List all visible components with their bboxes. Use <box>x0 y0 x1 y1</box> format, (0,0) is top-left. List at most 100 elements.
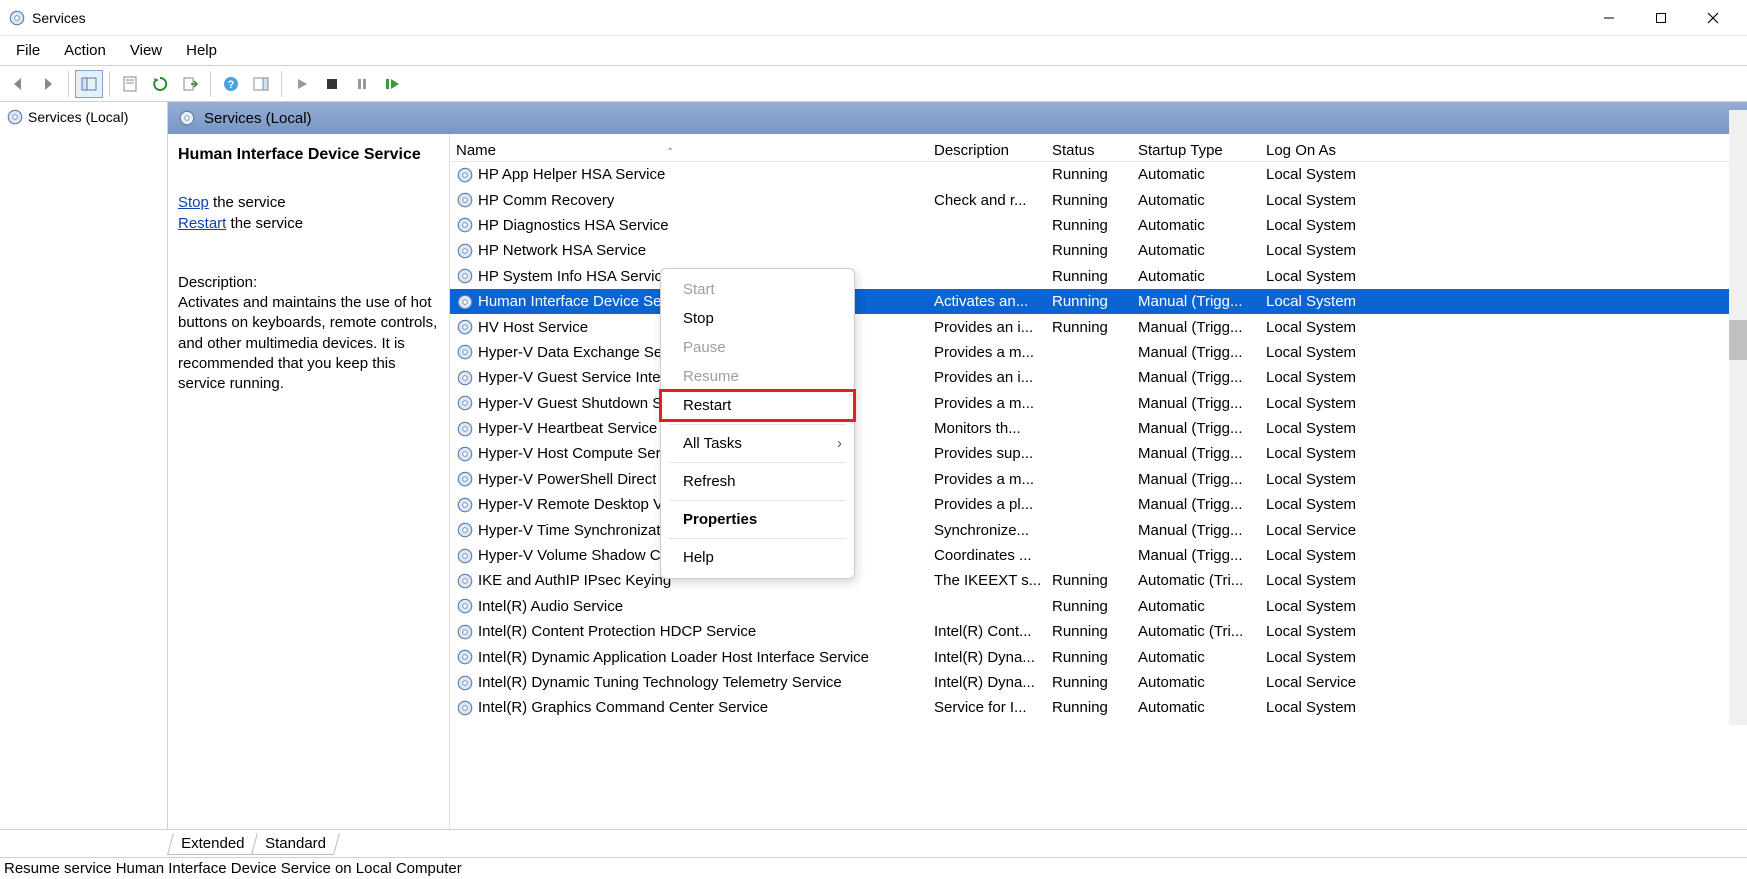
restart-service-link[interactable]: Restart <box>178 215 226 232</box>
column-header-description[interactable]: Description <box>928 142 1046 159</box>
service-logon: Local System <box>1260 445 1420 462</box>
service-row[interactable]: Hyper-V Volume Shadow CCoordinates ...Ma… <box>450 543 1747 568</box>
service-logon: Local System <box>1260 420 1420 437</box>
column-header-name[interactable]: Name⌃ <box>450 142 928 159</box>
tab-standard[interactable]: Standard <box>251 833 340 855</box>
service-row[interactable]: Hyper-V Host Compute SerProvides sup...M… <box>450 441 1747 466</box>
tree-node-services-local[interactable]: Services (Local) <box>0 106 167 128</box>
column-header-status[interactable]: Status <box>1046 142 1132 159</box>
context-menu-item-stop[interactable]: Stop <box>661 304 854 333</box>
back-button[interactable] <box>4 70 32 98</box>
service-logon: Local System <box>1260 166 1420 183</box>
service-name: Intel(R) Audio Service <box>478 598 623 615</box>
scrollbar-thumb[interactable] <box>1729 320 1747 360</box>
gear-icon <box>456 470 474 488</box>
menu-view[interactable]: View <box>118 38 174 63</box>
show-hide-tree-button[interactable] <box>75 70 103 98</box>
service-startup: Automatic <box>1132 649 1260 666</box>
gear-icon <box>456 191 474 209</box>
service-status: Running <box>1046 192 1132 209</box>
gear-icon <box>456 267 474 285</box>
start-service-button[interactable] <box>288 70 316 98</box>
menu-bar: File Action View Help <box>0 36 1747 66</box>
menu-file[interactable]: File <box>4 38 52 63</box>
help-button[interactable]: ? <box>217 70 245 98</box>
forward-button[interactable] <box>34 70 62 98</box>
service-name: HP Network HSA Service <box>478 242 646 259</box>
service-description: Synchronize... <box>928 522 1046 539</box>
service-row[interactable]: Hyper-V Guest Shutdown SProvides a m...M… <box>450 391 1747 416</box>
service-row[interactable]: Intel(R) Dynamic Tuning Technology Telem… <box>450 670 1747 695</box>
service-description: Service for I... <box>928 699 1046 716</box>
service-logon: Local Service <box>1260 674 1420 691</box>
service-name: Hyper-V Guest Service Inte <box>478 369 661 386</box>
service-row[interactable]: Hyper-V Time SynchronizatSynchronize...M… <box>450 517 1747 542</box>
service-row[interactable]: HP App Helper HSA ServiceRunningAutomati… <box>450 162 1747 187</box>
context-menu-item-help[interactable]: Help <box>661 543 854 572</box>
status-bar: Resume service Human Interface Device Se… <box>0 857 1747 879</box>
stop-service-link[interactable]: Stop <box>178 194 209 211</box>
gear-icon <box>456 394 474 412</box>
export-button[interactable] <box>176 70 204 98</box>
properties-button[interactable] <box>116 70 144 98</box>
context-menu-item-properties[interactable]: Properties <box>661 505 854 534</box>
restart-service-button[interactable] <box>378 70 406 98</box>
menu-action[interactable]: Action <box>52 38 118 63</box>
close-button[interactable] <box>1687 1 1739 35</box>
context-menu-item-refresh[interactable]: Refresh <box>661 467 854 496</box>
service-row[interactable]: HP Network HSA ServiceRunningAutomaticLo… <box>450 238 1747 263</box>
service-row[interactable]: IKE and AuthIP IPsec Keying The IKEEXT s.… <box>450 568 1747 593</box>
service-startup: Automatic <box>1132 192 1260 209</box>
service-status: Running <box>1046 674 1132 691</box>
service-row[interactable]: Hyper-V Guest Service InteProvides an i.… <box>450 365 1747 390</box>
service-row[interactable]: HP Comm RecoveryCheck and r...RunningAut… <box>450 187 1747 212</box>
service-row[interactable]: Hyper-V Remote Desktop VProvides a pl...… <box>450 492 1747 517</box>
column-header-startup[interactable]: Startup Type <box>1132 142 1260 159</box>
service-name: Hyper-V Guest Shutdown S <box>478 395 662 412</box>
gear-icon <box>456 496 474 514</box>
minimize-button[interactable] <box>1583 1 1635 35</box>
column-header-logon[interactable]: Log On As <box>1260 142 1420 159</box>
vertical-scrollbar[interactable] <box>1729 110 1747 725</box>
service-row[interactable]: HP Diagnostics HSA ServiceRunningAutomat… <box>450 213 1747 238</box>
context-menu-separator <box>669 538 846 539</box>
service-logon: Local System <box>1260 293 1420 310</box>
service-row[interactable]: Intel(R) Content Protection HDCP Service… <box>450 619 1747 644</box>
stop-service-button[interactable] <box>318 70 346 98</box>
gear-icon <box>456 445 474 463</box>
service-logon: Local System <box>1260 369 1420 386</box>
service-row[interactable]: HP System Info HSA ServiceRunningAutomat… <box>450 264 1747 289</box>
gear-icon <box>456 648 474 666</box>
context-menu-item-resume: Resume <box>661 362 854 391</box>
console-tree: Services (Local) <box>0 102 168 829</box>
gear-icon <box>456 623 474 641</box>
service-startup: Manual (Trigg... <box>1132 445 1260 462</box>
gear-icon <box>6 108 24 126</box>
service-description: The IKEEXT s... <box>928 572 1046 589</box>
service-status: Running <box>1046 699 1132 716</box>
tab-extended[interactable]: Extended <box>167 833 258 855</box>
refresh-button[interactable] <box>146 70 174 98</box>
menu-help[interactable]: Help <box>174 38 229 63</box>
service-name: IKE and AuthIP IPsec Keying <box>478 572 671 589</box>
context-menu-separator <box>669 424 846 425</box>
svg-text:?: ? <box>228 79 235 91</box>
action-pane-button[interactable] <box>247 70 275 98</box>
maximize-button[interactable] <box>1635 1 1687 35</box>
service-row[interactable]: Human Interface Device SeActivates an...… <box>450 289 1747 314</box>
service-row[interactable]: Hyper-V PowerShell DirectProvides a m...… <box>450 467 1747 492</box>
service-status: Running <box>1046 242 1132 259</box>
service-row[interactable]: Intel(R) Graphics Command Center Service… <box>450 695 1747 720</box>
gear-icon <box>456 597 474 615</box>
pause-service-button[interactable] <box>348 70 376 98</box>
context-menu-item-restart[interactable]: Restart <box>661 391 854 420</box>
service-startup: Manual (Trigg... <box>1132 547 1260 564</box>
service-row[interactable]: Hyper-V Heartbeat ServiceMonitors th...M… <box>450 416 1747 441</box>
context-menu-item-all-tasks[interactable]: All Tasks <box>661 429 854 458</box>
service-logon: Local System <box>1260 319 1420 336</box>
service-row[interactable]: HV Host ServiceProvides an i...RunningMa… <box>450 314 1747 339</box>
service-row[interactable]: Hyper-V Data Exchange SerProvides a m...… <box>450 340 1747 365</box>
service-row[interactable]: Intel(R) Dynamic Application Loader Host… <box>450 644 1747 669</box>
service-row[interactable]: Intel(R) Audio ServiceRunningAutomaticLo… <box>450 594 1747 619</box>
service-startup: Manual (Trigg... <box>1132 369 1260 386</box>
